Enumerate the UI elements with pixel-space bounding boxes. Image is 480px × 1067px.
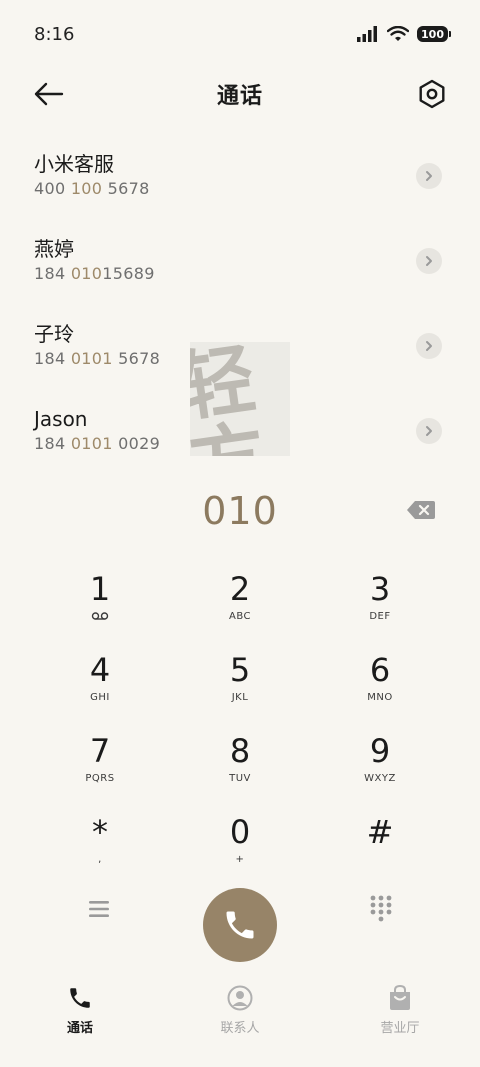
contact-name: Jason: [34, 407, 88, 431]
key-letters: GHI: [90, 692, 110, 703]
contact-detail-button[interactable]: [416, 333, 442, 359]
status-bar: 8:16 100: [0, 0, 480, 68]
key-5[interactable]: 5 JKL: [170, 641, 310, 722]
keypad-row: 1 2 ABC 3 DEF: [0, 560, 480, 641]
contact-match-list: 小米客服 400 100 5678 燕婷 184 01015689 子玲 184…: [0, 134, 480, 474]
backspace-icon[interactable]: [406, 500, 436, 520]
key-letters: DEF: [369, 611, 391, 622]
key-0[interactable]: 0 +: [170, 803, 310, 884]
dialed-number[interactable]: 010: [202, 489, 278, 533]
key-1[interactable]: 1: [30, 560, 170, 641]
shopping-bag-icon: [390, 985, 410, 1010]
settings-hexagon-icon[interactable]: [416, 78, 448, 110]
nav-tab-contacts[interactable]: 联系人: [160, 980, 320, 1050]
contact-number: 184 0101 5678: [34, 349, 161, 368]
dial-keypad: 1 2 ABC 3 DEF 4 GHI 5 JKL 6 MNO 7 PQRS 8…: [0, 560, 480, 884]
status-icons: 100: [357, 26, 451, 42]
contact-number: 400 100 5678: [34, 179, 150, 198]
contact-name: 子玲: [34, 322, 74, 346]
key-digit: 7: [89, 732, 111, 770]
phone-icon: [70, 988, 90, 1008]
battery-indicator: 100: [417, 26, 451, 42]
key-digit: 6: [369, 651, 391, 689]
contact-item[interactable]: 小米客服 400 100 5678: [0, 134, 480, 219]
contact-item[interactable]: Jason 184 0101 0029: [0, 389, 480, 474]
key-letters: PQRS: [85, 773, 115, 784]
chevron-right-icon: [426, 171, 432, 181]
phone-icon: [226, 911, 254, 939]
dial-display: 010: [0, 484, 480, 538]
keypad-row: * , 0 + #: [0, 803, 480, 884]
dialpad-grid-icon[interactable]: [368, 894, 394, 922]
call-action-row: [0, 880, 480, 976]
key-digit: 0: [229, 813, 251, 851]
call-button[interactable]: [203, 888, 277, 962]
key-digit: 8: [229, 732, 251, 770]
nav-tab-store[interactable]: 营业厅: [320, 980, 480, 1050]
page-title: 通话: [216, 84, 263, 109]
key-digit: 3: [369, 570, 391, 608]
contact-name: 燕婷: [34, 237, 74, 261]
contact-detail-button[interactable]: [416, 418, 442, 444]
header: 通话: [0, 68, 480, 120]
key-star[interactable]: * ,: [30, 803, 170, 884]
key-letters: TUV: [229, 773, 251, 784]
key-letters: +: [235, 854, 245, 865]
contact-item[interactable]: 燕婷 184 01015689: [0, 219, 480, 304]
key-digit: #: [366, 813, 394, 851]
key-letters: ABC: [228, 611, 251, 622]
key-letters: JKL: [231, 692, 249, 703]
key-digit: 2: [229, 570, 251, 608]
contact-item[interactable]: 子玲 184 0101 5678: [0, 304, 480, 389]
key-3[interactable]: 3 DEF: [310, 560, 450, 641]
keypad-row: 7 PQRS 8 TUV 9 WXYZ: [0, 722, 480, 803]
contact-number: 184 0101 0029: [34, 434, 161, 453]
key-letters: MNO: [367, 692, 393, 703]
nav-label: 通话: [66, 1021, 93, 1036]
back-arrow-icon[interactable]: [32, 80, 64, 108]
contact-detail-button[interactable]: [416, 163, 442, 189]
key-2[interactable]: 2 ABC: [170, 560, 310, 641]
bottom-nav: 通话 联系人 营业厅: [0, 980, 480, 1050]
status-time: 8:16: [34, 23, 75, 45]
menu-icon[interactable]: [86, 898, 112, 920]
chevron-right-icon: [426, 426, 432, 436]
key-4[interactable]: 4 GHI: [30, 641, 170, 722]
keypad-row: 4 GHI 5 JKL 6 MNO: [0, 641, 480, 722]
chevron-right-icon: [426, 256, 432, 266]
contact-detail-button[interactable]: [416, 248, 442, 274]
key-digit: 1: [89, 570, 111, 608]
person-icon: [227, 985, 253, 1011]
nav-tab-calls[interactable]: 通话: [0, 980, 160, 1050]
key-7[interactable]: 7 PQRS: [30, 722, 170, 803]
key-8[interactable]: 8 TUV: [170, 722, 310, 803]
contact-name: 小米客服: [34, 152, 114, 176]
contact-number: 184 01015689: [34, 264, 155, 283]
signal-icon: [357, 26, 378, 42]
key-digit: 9: [369, 732, 391, 770]
voicemail-icon: [91, 611, 109, 623]
key-digit: 4: [89, 651, 111, 689]
key-letters: WXYZ: [364, 773, 396, 784]
wifi-icon: [387, 26, 410, 41]
key-letters: ,: [98, 854, 102, 865]
nav-label: 联系人: [220, 1021, 260, 1036]
key-6[interactable]: 6 MNO: [310, 641, 450, 722]
chevron-right-icon: [426, 341, 432, 351]
key-digit: *: [92, 813, 108, 851]
key-digit: 5: [229, 651, 251, 689]
nav-label: 营业厅: [380, 1021, 420, 1036]
key-hash[interactable]: #: [310, 803, 450, 884]
key-9[interactable]: 9 WXYZ: [310, 722, 450, 803]
